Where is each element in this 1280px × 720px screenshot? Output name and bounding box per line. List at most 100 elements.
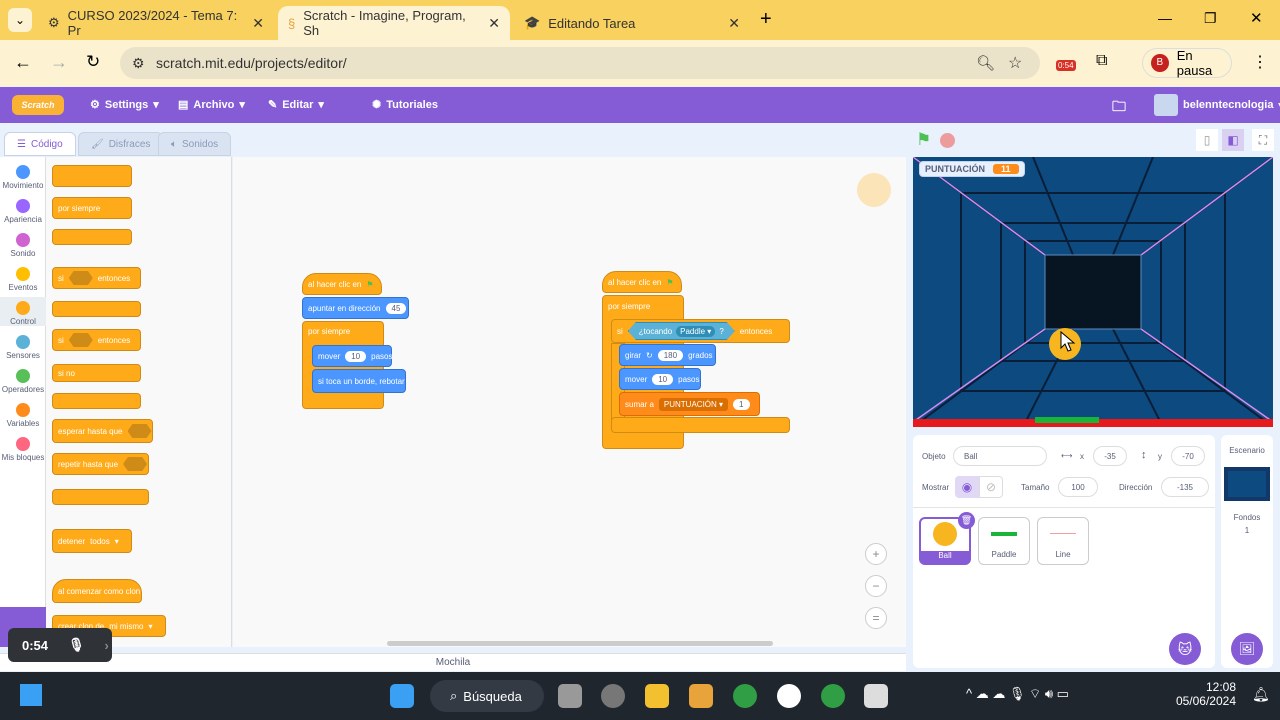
steps-input[interactable]: 10 bbox=[652, 373, 674, 385]
snipping-tool-icon[interactable] bbox=[864, 684, 888, 708]
add-backdrop-button[interactable]: 🖼︎ bbox=[1231, 633, 1263, 665]
if-then-block[interactable]: si ¿tocando Paddle ▾? entonces bbox=[611, 319, 790, 343]
whatsapp-icon[interactable] bbox=[777, 684, 801, 708]
user-menu[interactable]: belenntecnologia▾ bbox=[1154, 94, 1280, 116]
direction-input[interactable]: -135 bbox=[1161, 477, 1209, 497]
clock[interactable]: 12:08 05/06/2024 bbox=[1174, 680, 1236, 708]
zoom-reset-button[interactable]: = bbox=[865, 607, 887, 629]
restore-button[interactable]: ❐ bbox=[1204, 10, 1217, 27]
category-apariencia[interactable]: Apariencia bbox=[0, 195, 46, 224]
palette-block-wait-until[interactable]: esperar hasta que bbox=[52, 419, 153, 443]
bookmark-star-icon[interactable]: ☆ bbox=[1008, 53, 1022, 73]
when-flag-clicked-block[interactable]: al hacer clic en ⚑ bbox=[602, 271, 682, 293]
x-input[interactable]: -35 bbox=[1093, 446, 1127, 466]
forward-icon[interactable]: → bbox=[50, 52, 68, 73]
stop-dropdown[interactable]: todos bbox=[90, 537, 110, 546]
file-explorer-icon[interactable] bbox=[645, 684, 669, 708]
edit-menu[interactable]: ✎ Editar ▾ bbox=[268, 98, 324, 112]
turn-block[interactable]: girar ↻ 180 grados bbox=[619, 344, 716, 366]
tab-code[interactable]: ☰ Código bbox=[4, 132, 76, 156]
sprite-thumb-paddle[interactable]: Paddle bbox=[978, 517, 1030, 565]
palette-block-repeat-until[interactable]: repetir hasta que bbox=[52, 453, 149, 475]
site-settings-icon[interactable]: ⚙ bbox=[132, 55, 145, 72]
scratch-logo[interactable]: Scratch bbox=[12, 95, 64, 115]
fullscreen-button[interactable]: ⛶ bbox=[1252, 129, 1274, 151]
microphone-icon[interactable]: 🎙︎ bbox=[68, 637, 85, 653]
start-button[interactable] bbox=[20, 684, 42, 706]
browser-tab-scratch[interactable]: § Scratch - Imagine, Program, Sh ✕ bbox=[278, 6, 510, 40]
move-steps-block[interactable]: mover 10 pasos bbox=[619, 368, 701, 390]
palette-block-stop[interactable]: detener todos ▾ bbox=[52, 529, 132, 553]
reload-icon[interactable]: ↻ bbox=[86, 52, 100, 72]
palette-block-if[interactable]: si entonces bbox=[52, 267, 141, 289]
category-movimiento[interactable]: Movimiento bbox=[0, 161, 46, 190]
system-tray-icons[interactable]: ^ ☁ ☁ 🎙︎ ⌔ 🔊︎ ▭ bbox=[966, 686, 1069, 702]
code-workspace[interactable]: al hacer clic en ⚑ apuntar en dirección 45… bbox=[233, 157, 906, 647]
small-stage-button[interactable]: ▯ bbox=[1196, 129, 1218, 151]
degrees-input[interactable]: 180 bbox=[657, 349, 684, 361]
close-tab-icon[interactable]: ✕ bbox=[488, 15, 500, 32]
y-input[interactable]: -70 bbox=[1171, 446, 1205, 466]
horizontal-scrollbar[interactable] bbox=[387, 641, 773, 646]
back-icon[interactable]: ← bbox=[14, 52, 32, 73]
stop-button[interactable] bbox=[940, 133, 955, 148]
category-variables[interactable]: Variables bbox=[0, 399, 46, 428]
touching-dropdown[interactable]: Paddle ▾ bbox=[676, 326, 715, 337]
direction-input[interactable]: 45 bbox=[385, 302, 407, 314]
palette-block-when-clone[interactable]: al comenzar como clon bbox=[52, 579, 142, 603]
palette-block-forever[interactable]: por siempre bbox=[52, 197, 132, 219]
category-eventos[interactable]: Eventos bbox=[0, 263, 46, 292]
tutorials-button[interactable]: ✺ Tutoriales bbox=[372, 98, 438, 112]
my-stuff-folder-icon[interactable]: 🗀 bbox=[1112, 96, 1126, 120]
recorder-extension-badge[interactable]: 0:54 bbox=[1056, 60, 1076, 71]
size-input[interactable]: 100 bbox=[1058, 477, 1098, 497]
change-variable-block[interactable]: sumar a PUNTUACIÓN ▾ 1 bbox=[619, 392, 760, 416]
palette-block-repeat-end[interactable] bbox=[52, 165, 132, 187]
chrome-icon[interactable] bbox=[733, 684, 757, 708]
profile-button[interactable]: B En pausa bbox=[1142, 48, 1232, 78]
sprite-name-input[interactable]: Ball bbox=[953, 446, 1047, 466]
browser-menu-icon[interactable]: ⋮ bbox=[1252, 52, 1268, 72]
bounce-block[interactable]: si toca un borde, rebotar bbox=[312, 369, 406, 393]
category-control[interactable]: Control bbox=[0, 297, 46, 326]
windows-start-icon[interactable] bbox=[390, 684, 414, 708]
close-tab-icon[interactable]: ✕ bbox=[252, 15, 264, 32]
browser-tab-tarea[interactable]: 🎓 Editando Tarea ✕ bbox=[514, 6, 750, 40]
palette-block-if-else[interactable]: si entonces bbox=[52, 329, 141, 351]
stage[interactable]: PUNTUACIÓN 11 bbox=[913, 157, 1273, 427]
backpack-bar[interactable]: Mochila bbox=[0, 653, 906, 671]
variable-dropdown[interactable]: PUNTUACIÓN ▾ bbox=[658, 397, 729, 411]
when-flag-clicked-block[interactable]: al hacer clic en ⚑ bbox=[302, 273, 382, 295]
chevron-right-icon[interactable]: › bbox=[105, 638, 109, 653]
close-tab-icon[interactable]: ✕ bbox=[728, 15, 740, 32]
green-flag-button[interactable]: ⚑ bbox=[916, 130, 931, 150]
browser-tab-curso[interactable]: ⚙ CURSO 2023/2024 - Tema 7: Pr ✕ bbox=[38, 6, 274, 40]
zoom-out-button[interactable]: − bbox=[865, 575, 887, 597]
taskbar-search[interactable]: ⌕ Búsqueda bbox=[430, 680, 544, 712]
task-view-icon[interactable] bbox=[558, 684, 582, 708]
file-menu[interactable]: ▤ Archivo ▾ bbox=[178, 98, 245, 112]
settings-app-icon[interactable] bbox=[601, 684, 625, 708]
category-sonido[interactable]: Sonido bbox=[0, 229, 46, 258]
hide-button[interactable]: ⊘ bbox=[979, 476, 1003, 498]
clone-dropdown[interactable]: mi mismo bbox=[109, 622, 143, 631]
touching-block[interactable]: ¿tocando Paddle ▾? bbox=[628, 322, 735, 340]
point-direction-block[interactable]: apuntar en dirección 45 bbox=[302, 297, 409, 319]
scratch-app-icon[interactable] bbox=[689, 684, 713, 708]
chrome-profile-icon[interactable] bbox=[821, 684, 845, 708]
delete-sprite-icon[interactable]: 🗑︎ bbox=[958, 512, 975, 529]
new-tab-button[interactable]: + bbox=[760, 8, 772, 31]
category-operadores[interactable]: Operadores bbox=[0, 365, 46, 394]
category-sensores[interactable]: Sensores bbox=[0, 331, 46, 360]
settings-menu[interactable]: ⚙ Settings ▾ bbox=[90, 98, 159, 112]
category-mis-bloques[interactable]: Mis bloques bbox=[0, 433, 46, 462]
tab-sounds[interactable]: 🔈︎ Sonidos bbox=[158, 132, 232, 156]
add-sprite-button[interactable]: 🐱︎ bbox=[1169, 633, 1201, 665]
screen-recorder-widget[interactable]: 0:54 🎙︎ › bbox=[8, 628, 112, 662]
steps-input[interactable]: 10 bbox=[345, 350, 367, 362]
url-field[interactable]: ⚙ scratch.mit.edu/projects/editor/ 🔍︎ ☆ bbox=[120, 47, 1040, 79]
tab-list-button[interactable]: ⌄ bbox=[8, 8, 32, 32]
large-stage-button[interactable]: ◧ bbox=[1222, 129, 1244, 151]
stage-selector[interactable]: Escenario Fondos 1 🖼︎ bbox=[1221, 435, 1273, 668]
close-window-button[interactable]: ✕ bbox=[1250, 9, 1263, 27]
